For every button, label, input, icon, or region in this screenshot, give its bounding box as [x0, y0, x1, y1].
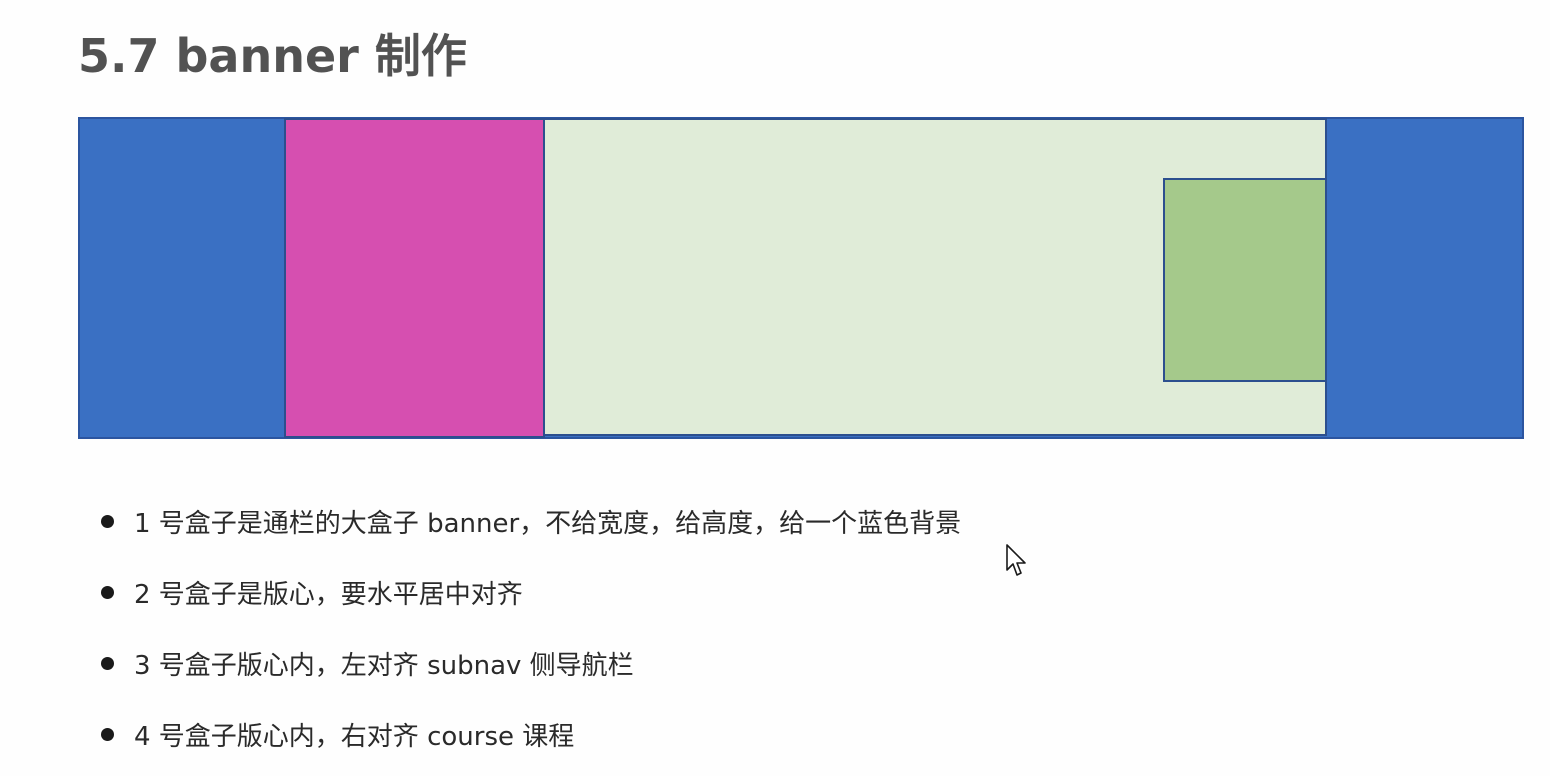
page-title: 5.7 banner 制作: [78, 29, 467, 83]
bullet-icon: [101, 515, 114, 528]
note-item: 3 号盒子版心内，左对齐 subnav 侧导航栏: [96, 628, 961, 699]
mouse-cursor-icon: [1006, 544, 1026, 576]
note-text: 2 号盒子是版心，要水平居中对齐: [134, 580, 523, 610]
note-text: 1 号盒子是通栏的大盒子 banner，不给宽度，给高度，给一个蓝色背景: [134, 509, 962, 539]
note-item: 4 号盒子版心内，右对齐 course 课程: [96, 699, 961, 770]
bullet-icon: [101, 728, 114, 741]
note-item: 1 号盒子是通栏的大盒子 banner，不给宽度，给高度，给一个蓝色背景: [96, 486, 961, 557]
course-box-4: [1163, 178, 1327, 382]
note-item: 2 号盒子是版心，要水平居中对齐: [96, 557, 961, 628]
note-text: 4 号盒子版心内，右对齐 course 课程: [134, 722, 575, 752]
bullet-icon: [101, 657, 114, 670]
bullet-icon: [101, 586, 114, 599]
note-text: 3 号盒子版心内，左对齐 subnav 侧导航栏: [134, 651, 634, 681]
notes-list: 1 号盒子是通栏的大盒子 banner，不给宽度，给高度，给一个蓝色背景 2 号…: [96, 486, 961, 770]
subnav-box-3: [284, 118, 545, 438]
